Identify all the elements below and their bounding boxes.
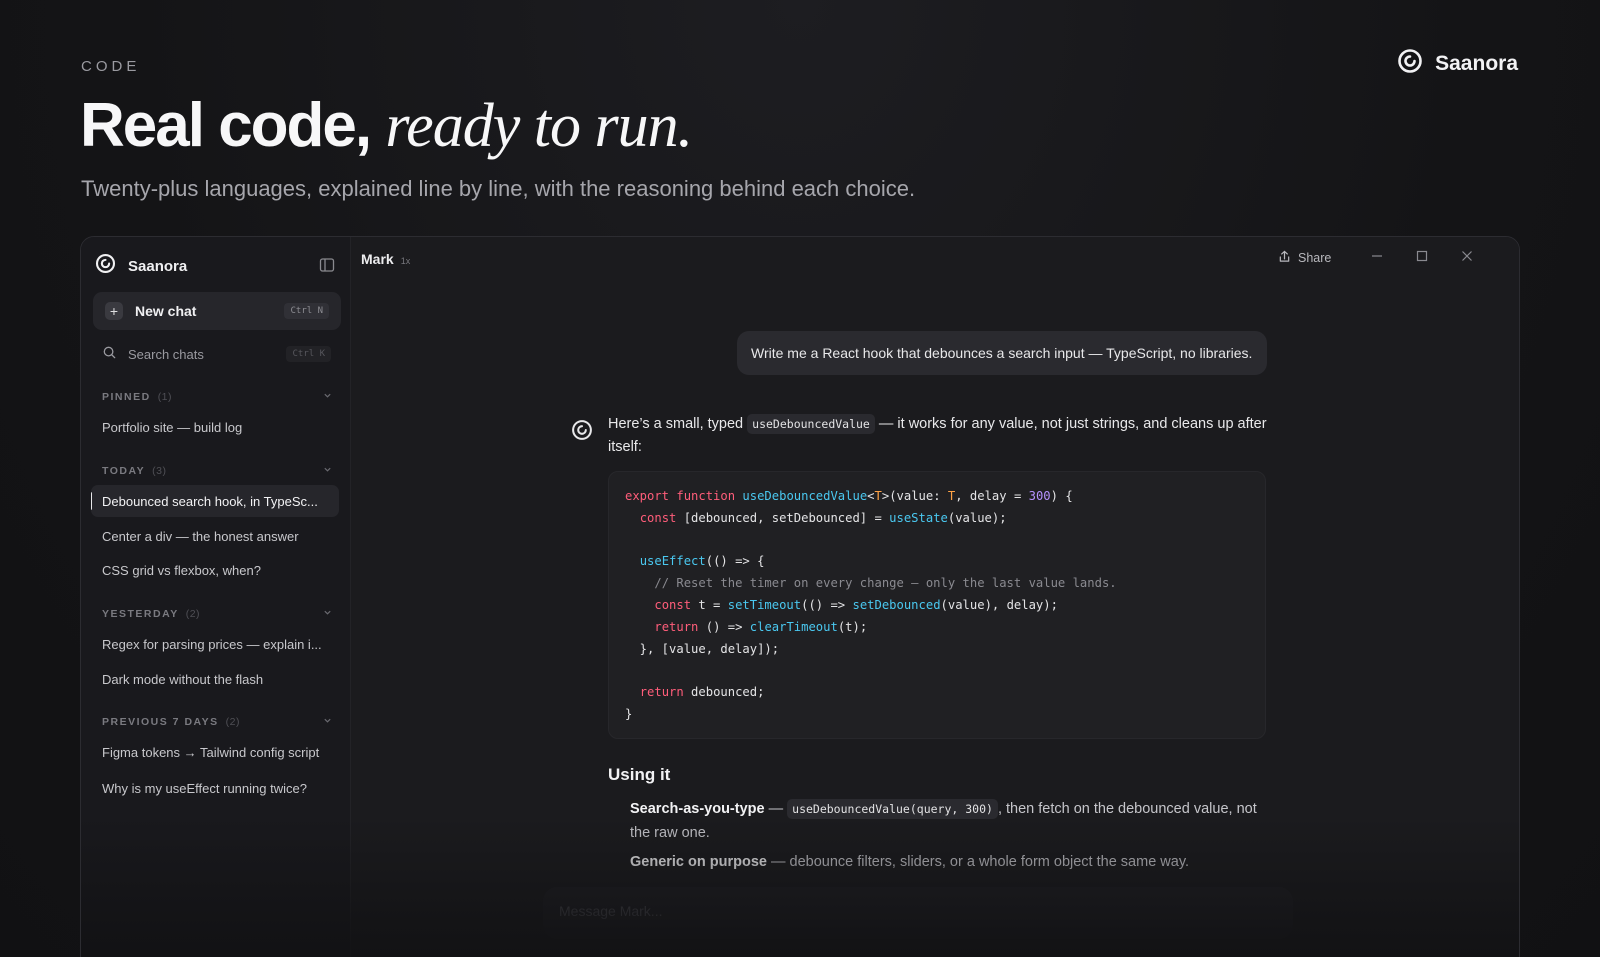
section-today[interactable]: TODAY (3) bbox=[102, 465, 332, 477]
chat-item[interactable]: Dark mode without the flash bbox=[91, 663, 339, 695]
hero-title: Real code, ready to run. bbox=[80, 90, 693, 162]
chat-item-active[interactable]: Debounced search hook, in TypeSc... bbox=[91, 485, 339, 517]
message-placeholder: Message Mark... bbox=[559, 903, 663, 919]
hero-title-italic: ready to run. bbox=[385, 92, 693, 160]
list-item: Search-as-you-type — useDebouncedValue(q… bbox=[630, 797, 1270, 845]
chat-item[interactable]: Regex for parsing prices — explain i... bbox=[91, 628, 339, 660]
code-block[interactable]: export function useDebouncedValue<T>(val… bbox=[608, 471, 1266, 739]
chevron-down-icon bbox=[323, 391, 332, 403]
new-chat-label: New chat bbox=[135, 303, 197, 319]
section-label: YESTERDAY bbox=[102, 608, 179, 620]
share-button[interactable]: Share bbox=[1278, 250, 1331, 266]
plus-icon: + bbox=[105, 302, 123, 320]
chevron-down-icon bbox=[323, 608, 332, 620]
brand-name: Saanora bbox=[1435, 52, 1518, 75]
assistant-avatar-icon bbox=[571, 419, 593, 446]
message-input[interactable]: Message Mark... bbox=[543, 887, 1293, 939]
model-multiplier: 1x bbox=[400, 256, 411, 266]
hero-subtitle: Twenty-plus languages, explained line by… bbox=[81, 176, 916, 201]
sidebar-header: Saanora bbox=[95, 251, 335, 281]
inline-code: useDebouncedValue bbox=[747, 414, 875, 434]
chevron-down-icon bbox=[323, 465, 332, 477]
bullet-dash: — bbox=[766, 854, 790, 870]
topbar: Mark 1x Share bbox=[351, 237, 1519, 285]
section-previous-7-days[interactable]: PREVIOUS 7 DAYS (2) bbox=[102, 716, 332, 728]
sidebar-toggle-icon[interactable] bbox=[319, 257, 335, 278]
bullet-title: Generic on purpose bbox=[630, 854, 767, 870]
share-label: Share bbox=[1298, 251, 1332, 265]
close-icon[interactable] bbox=[1460, 249, 1474, 268]
inline-code: useDebouncedValue(query, 300) bbox=[787, 799, 998, 819]
assistant-intro: Here’s a small, typed useDebouncedValue … bbox=[608, 413, 1273, 459]
share-icon bbox=[1278, 250, 1291, 266]
search-icon bbox=[103, 346, 116, 362]
section-label: PINNED bbox=[102, 391, 151, 403]
spiral-logo-icon bbox=[1397, 48, 1423, 80]
search-placeholder: Search chats bbox=[128, 346, 204, 362]
code-content: export function useDebouncedValue<T>(val… bbox=[625, 489, 1117, 721]
maximize-icon[interactable] bbox=[1415, 249, 1429, 268]
section-pinned[interactable]: PINNED (1) bbox=[102, 391, 332, 403]
section-count: (2) bbox=[185, 608, 201, 620]
intro-text: Here’s a small, typed bbox=[608, 416, 744, 432]
section-heading: Using it bbox=[608, 765, 671, 784]
chat-main: Mark 1x Share Write me a React hook that… bbox=[351, 237, 1519, 957]
user-message: Write me a React hook that debounces a s… bbox=[737, 331, 1267, 375]
search-shortcut: Ctrl K bbox=[286, 346, 331, 362]
section-count: (3) bbox=[152, 465, 167, 477]
model-selector[interactable]: Mark 1x bbox=[361, 251, 410, 267]
page: CODE Saanora Real code, ready to run. Tw… bbox=[0, 0, 1600, 957]
new-chat-button[interactable]: + New chat Ctrl N bbox=[93, 292, 341, 330]
app-window: Saanora + New chat Ctrl N Search chats C… bbox=[80, 236, 1520, 957]
chat-item[interactable]: Figma tokens → Tailwind config script bbox=[91, 736, 339, 768]
brand-logo: Saanora bbox=[1397, 48, 1518, 80]
section-yesterday[interactable]: YESTERDAY (2) bbox=[102, 608, 332, 620]
bullet-title: Search-as-you-type bbox=[630, 801, 765, 817]
section-eyebrow: CODE bbox=[81, 58, 141, 75]
chat-item[interactable]: Portfolio site — build log bbox=[91, 411, 339, 443]
hero-title-bold: Real code, bbox=[80, 91, 372, 160]
search-chats[interactable]: Search chats Ctrl K bbox=[93, 336, 341, 372]
chat-item[interactable]: Center a div — the honest answer bbox=[91, 520, 339, 552]
chevron-down-icon bbox=[323, 716, 332, 728]
new-chat-shortcut: Ctrl N bbox=[284, 303, 329, 319]
model-name: Mark bbox=[361, 251, 394, 267]
section-label: TODAY bbox=[102, 465, 146, 477]
section-label: PREVIOUS 7 DAYS bbox=[102, 716, 219, 728]
chat-item[interactable]: Why is my useEffect running twice? bbox=[91, 772, 339, 804]
list-item: Generic on purpose — debounce filters, s… bbox=[630, 850, 1270, 874]
bullet-text: debounce filters, sliders, or a whole fo… bbox=[789, 854, 1190, 870]
sidebar-app-name: Saanora bbox=[128, 257, 188, 275]
spiral-logo-icon bbox=[95, 253, 116, 279]
chat-item[interactable]: CSS grid vs flexbox, when? bbox=[91, 554, 339, 586]
section-count: (2) bbox=[225, 716, 240, 728]
section-count: (1) bbox=[157, 391, 173, 403]
sidebar: Saanora + New chat Ctrl N Search chats C… bbox=[81, 237, 351, 957]
minimize-icon[interactable] bbox=[1370, 249, 1384, 268]
bullet-dash: — bbox=[764, 801, 788, 817]
